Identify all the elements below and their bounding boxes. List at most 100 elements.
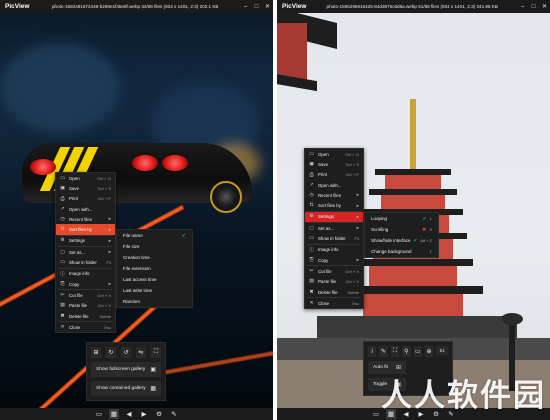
sort-option[interactable]: Creation time xyxy=(117,252,192,263)
minimize-icon[interactable]: – xyxy=(240,0,251,13)
menu-item-shortcut: Ctrl + P xyxy=(345,172,359,178)
menu-item-sort-files-by[interactable]: ⇅ Sort files by ▸ xyxy=(305,200,363,210)
gallery-button[interactable]: Show contained gallery ▦ xyxy=(91,381,161,396)
app-name: PicView xyxy=(282,3,307,10)
folder-icon[interactable]: ▭ xyxy=(94,409,104,419)
folder-icon: ▭ xyxy=(309,236,314,242)
settings-option-meta: ✔ Alt + Z xyxy=(413,238,432,244)
previous-icon[interactable]: ◀ xyxy=(124,409,134,419)
settings-option[interactable]: Change background T xyxy=(365,246,438,257)
menu-item-label: Set as... xyxy=(69,249,86,255)
menu-item-settings[interactable]: ⚙ Settings ▸ xyxy=(305,211,363,223)
menu-item-save[interactable]: ▣ Save Ctrl + S xyxy=(56,183,115,193)
pagoda-spire xyxy=(410,99,416,171)
menu-item-shortcut: Ctrl + X xyxy=(97,292,111,298)
pagoda-roof xyxy=(343,286,483,294)
menu-item-label: Copy xyxy=(318,257,329,263)
menu-item-image-info[interactable]: ⓘ Image info xyxy=(305,245,363,255)
menu-item-cut-file[interactable]: ✂ Cut file Ctrl + X xyxy=(56,290,115,300)
gallery-button[interactable]: Show fullscreen gallery ▣ xyxy=(91,362,161,377)
menu-item-label: Show in folder xyxy=(318,236,346,242)
sort-option[interactable]: Last access time xyxy=(117,274,192,285)
settings-option[interactable]: Scrolling ✖ X xyxy=(365,224,438,235)
menu-item-label: Save xyxy=(69,185,80,191)
menu-item-copy[interactable]: ⎘ Copy ▸ xyxy=(56,279,115,289)
settings-option-label: Show/hide interface xyxy=(371,238,411,243)
menu-item-set-as[interactable]: ▢ Set as... ▸ xyxy=(56,247,115,257)
next-icon[interactable]: ▶ xyxy=(139,409,149,419)
context-menu: ▭ Open Ctrl + O ▣ Save Ctrl + S ⎙ Print Ctrl + P… xyxy=(304,148,364,310)
menu-item-delete-file[interactable]: ✖ Delete file Delete xyxy=(56,311,115,321)
sort-submenu: File name ✔ File size Creation time File ext… xyxy=(116,229,193,308)
menu-item-copy[interactable]: ⎘ Copy ▸ xyxy=(305,255,363,265)
fit-icon[interactable]: ⊞ xyxy=(91,347,101,358)
info-icon[interactable]: i xyxy=(368,346,377,357)
folder-icon: ▭ xyxy=(60,175,65,181)
crop-icon[interactable]: ⛶ xyxy=(390,346,400,357)
menu-item-shortcut: Ctrl + O xyxy=(345,151,359,157)
maximize-icon[interactable]: □ xyxy=(528,0,539,13)
title-bar[interactable]: PicView photo-1593481672449-b299e1f45e8f… xyxy=(0,0,273,13)
flip-icon[interactable]: ⇋ xyxy=(136,347,146,358)
menu-item-open-with[interactable]: ↗ Open with... xyxy=(305,180,363,190)
menu-item-label: Set as... xyxy=(318,225,335,231)
menu-item-paste-file[interactable]: ▤ Paste file Ctrl + V xyxy=(305,277,363,287)
menu-item-paste-file[interactable]: ▤ Paste file Ctrl + V xyxy=(56,301,115,311)
delete-icon: ✖ xyxy=(60,313,65,319)
menu-item-shortcut: Ctrl + P xyxy=(97,196,111,202)
menu-item-shortcut: Ctrl + X xyxy=(345,268,359,274)
rotate-right-icon[interactable]: ↻ xyxy=(106,347,116,358)
rotate-left-icon[interactable]: ↺ xyxy=(121,347,131,358)
menu-item-print[interactable]: ⎙ Print Ctrl + P xyxy=(305,170,363,180)
menu-item-recent-files[interactable]: ◷ Recent files ▸ xyxy=(305,190,363,200)
settings-icon[interactable]: ⚙ xyxy=(154,409,164,419)
menu-item-close[interactable]: ✕ Close Esc xyxy=(56,322,115,332)
menu-item-show-in-folder[interactable]: ▭ Show in folder F3 xyxy=(56,257,115,267)
tools-icon[interactable]: ✎ xyxy=(169,409,179,419)
sort-option[interactable]: File name ✔ xyxy=(117,230,192,241)
pen-icon[interactable]: ✎ xyxy=(379,346,388,357)
copy-icon: ⎘ xyxy=(60,282,65,288)
menu-item-label: Show in folder xyxy=(69,260,97,266)
settings-option-meta: T xyxy=(430,249,432,254)
menu-item-recent-files[interactable]: ◷ Recent files ▸ xyxy=(56,214,115,224)
sort-option[interactable]: Last write time xyxy=(117,285,192,296)
minimize-icon[interactable]: – xyxy=(517,0,528,13)
search-icon[interactable]: ⚲ xyxy=(402,346,411,357)
menu-item-label: Print xyxy=(69,196,79,202)
sort-option[interactable]: File extension xyxy=(117,263,192,274)
settings-option[interactable]: Looping ✔ L xyxy=(365,213,438,224)
menu-item-image-info[interactable]: ⓘ Image info xyxy=(56,269,115,279)
menu-item-set-as[interactable]: ▢ Set as... ▸ xyxy=(305,223,363,233)
menu-item-open[interactable]: ▭ Open Ctrl + O xyxy=(305,149,363,159)
zoom-icon[interactable]: ⊕ xyxy=(424,346,434,357)
page-input[interactable]: 51 xyxy=(436,346,448,355)
folder-icon[interactable]: ▭ xyxy=(371,409,381,419)
sort-option[interactable]: Random xyxy=(117,296,192,307)
menu-item-settings[interactable]: ⚙ Settings ▸ xyxy=(56,236,115,246)
settings-option[interactable]: Show/hide interface ✔ Alt + Z xyxy=(365,235,438,246)
menu-item-open[interactable]: ▭ Open Ctrl + O xyxy=(56,173,115,183)
menu-item-delete-file[interactable]: ✖ Delete file Delete xyxy=(305,287,363,297)
menu-item-sort-files-by[interactable]: ⇅ Sort files by ▸ xyxy=(56,224,115,235)
menu-item-cut-file[interactable]: ✂ Cut file Ctrl + X xyxy=(305,266,363,276)
menu-item-show-in-folder[interactable]: ▭ Show in folder F3 xyxy=(305,233,363,243)
close-icon[interactable]: ✕ xyxy=(539,0,550,13)
sort-option[interactable]: File size xyxy=(117,241,192,252)
menu-item-label: Open with... xyxy=(318,182,342,188)
menu-item-save[interactable]: ▣ Save Ctrl + S xyxy=(305,159,363,169)
title-bar[interactable]: PicView photo-1595296616425-84d3875c6d6a… xyxy=(277,0,550,13)
menu-item-open-with[interactable]: ↗ Open with... xyxy=(56,204,115,214)
menu-item-label: Open xyxy=(318,151,329,157)
gallery-icon[interactable]: ▦ xyxy=(109,409,119,419)
menu-item-print[interactable]: ⎙ Print Ctrl + P xyxy=(56,194,115,204)
maximize-icon[interactable]: □ xyxy=(251,0,262,13)
resize-icon[interactable]: ▭ xyxy=(413,346,422,357)
pagoda-tier xyxy=(369,266,457,286)
settings-option-label: Change background xyxy=(371,249,412,254)
menu-item-close[interactable]: ✕ Close Esc xyxy=(305,298,363,308)
settings-option-label: Scrolling xyxy=(371,227,389,232)
chevron-right-icon: ▸ xyxy=(108,226,111,232)
close-icon[interactable]: ✕ xyxy=(262,0,273,13)
crop-icon[interactable]: ⛶ xyxy=(151,347,161,358)
